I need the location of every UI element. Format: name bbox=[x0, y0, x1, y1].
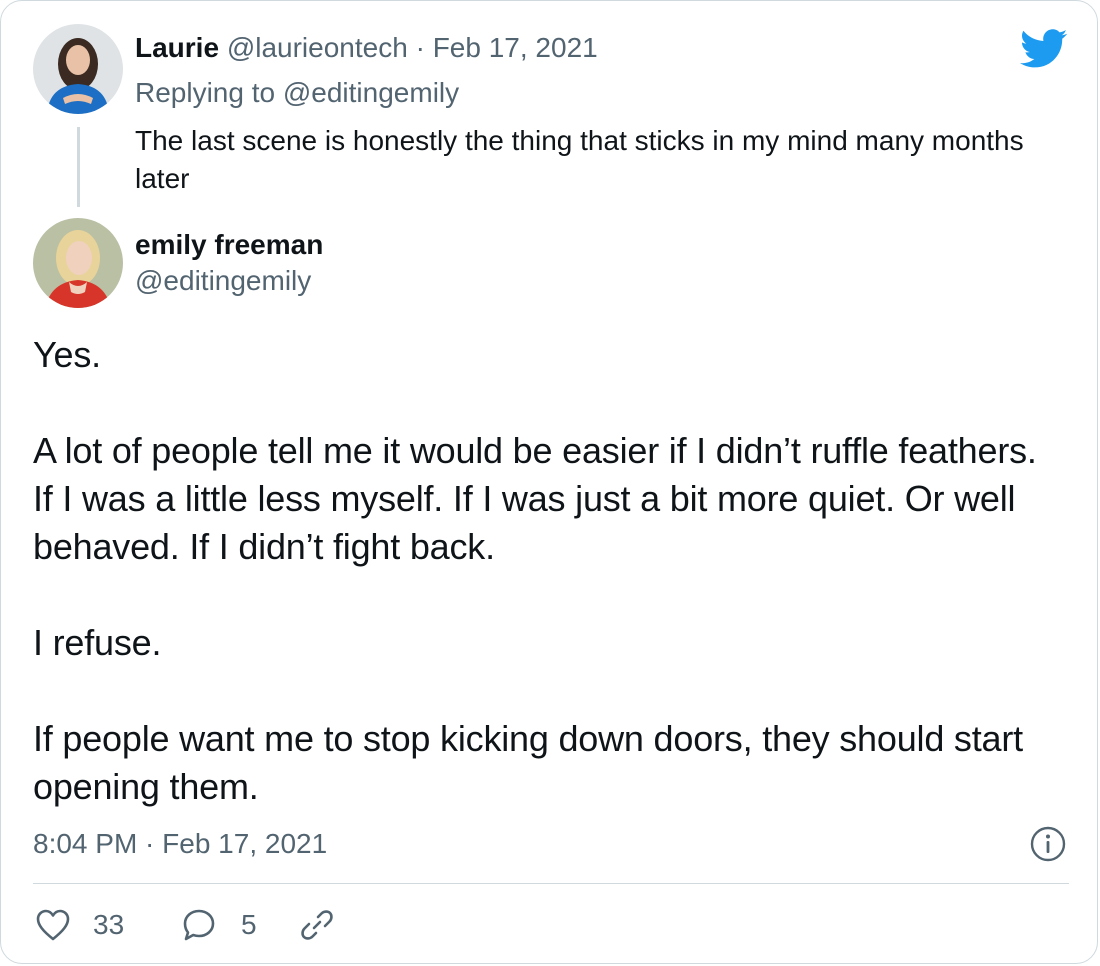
reply-button[interactable]: 5 bbox=[181, 905, 257, 945]
reply-bubble-icon bbox=[181, 907, 217, 943]
header-separator: · bbox=[415, 32, 425, 63]
tweet-timestamp[interactable]: 8:04 PM · Feb 17, 2021 bbox=[33, 825, 327, 863]
replying-to-label[interactable]: Replying to @editingemily bbox=[135, 75, 459, 111]
actions-divider bbox=[33, 883, 1069, 884]
thread-connector-line bbox=[77, 127, 80, 207]
like-count: 33 bbox=[93, 909, 125, 940]
parent-tweet-text: The last scene is honestly the thing tha… bbox=[135, 125, 1024, 194]
reply-count: 5 bbox=[241, 909, 257, 940]
main-author-name[interactable]: emily freeman bbox=[135, 227, 323, 263]
parent-author-handle[interactable]: @laurieontech bbox=[227, 32, 408, 63]
twitter-bird-icon[interactable] bbox=[1019, 29, 1069, 69]
avatar-emily[interactable] bbox=[33, 218, 123, 308]
parent-tweet-header: Laurie @laurieontech · Feb 17, 2021 bbox=[135, 30, 598, 66]
main-author-handle[interactable]: @editingemily bbox=[135, 263, 311, 299]
like-button[interactable]: 33 bbox=[35, 905, 124, 945]
copy-link-button[interactable] bbox=[299, 905, 335, 945]
parent-tweet-date[interactable]: Feb 17, 2021 bbox=[433, 32, 598, 63]
heart-icon bbox=[35, 908, 71, 942]
info-icon[interactable] bbox=[1029, 825, 1067, 863]
tweet-embed-card: Laurie @laurieontech · Feb 17, 2021 Repl… bbox=[0, 0, 1098, 964]
avatar-laurie[interactable] bbox=[33, 24, 123, 114]
link-icon bbox=[299, 907, 335, 943]
main-tweet-text: Yes. A lot of people tell me it would be… bbox=[33, 334, 1037, 807]
parent-author-name[interactable]: Laurie bbox=[135, 32, 219, 63]
